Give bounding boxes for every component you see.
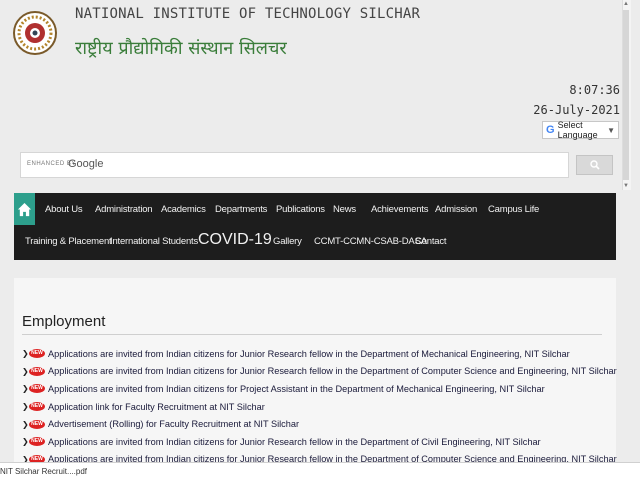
nav-admission[interactable]: Admission: [435, 204, 477, 215]
home-icon: [17, 202, 32, 216]
site-header: NATIONAL INSTITUTE OF TECHNOLOGY SILCHAR…: [0, 0, 622, 140]
new-badge-icon: NEW: [29, 384, 45, 394]
nav-ccmt-ccmn-csab-dasa[interactable]: CCMT-CCMN-CSAB-DASA: [314, 236, 427, 247]
nav-gallery[interactable]: Gallery: [273, 236, 302, 247]
nav-news[interactable]: News: [333, 204, 356, 215]
employment-link[interactable]: Applications are invited from Indian cit…: [48, 349, 570, 359]
chevron-down-icon: ▼: [607, 125, 615, 135]
scroll-up-arrow-icon[interactable]: ▲: [622, 0, 630, 8]
download-bar: NIT Silchar Recruit....pdf: [0, 462, 640, 481]
chevron-right-icon: ❯: [22, 437, 29, 447]
nav-publications[interactable]: Publications: [276, 204, 325, 215]
scrollbar-thumb[interactable]: [623, 10, 629, 180]
search-input[interactable]: ENHANCED BY Google: [20, 152, 569, 178]
current-date: 26-July-2021: [533, 103, 620, 117]
nav-achievements[interactable]: Achievements: [371, 204, 428, 215]
employment-link[interactable]: Applications are invited from Indian cit…: [48, 437, 541, 447]
nav-academics[interactable]: Academics: [161, 204, 206, 215]
chevron-right-icon: ❯: [22, 419, 29, 429]
main-navigation: About Us Administration Academics Depart…: [14, 193, 616, 260]
language-select-label: Select Language: [557, 120, 598, 140]
nav-international-students[interactable]: International Students: [110, 236, 198, 247]
nav-covid-19[interactable]: COVID-19: [198, 231, 272, 249]
download-item[interactable]: NIT Silchar Recruit....pdf: [0, 467, 87, 476]
list-item[interactable]: ❯ NEW Applications are invited from Indi…: [22, 363, 617, 381]
employment-link[interactable]: Applications are invited from Indian cit…: [48, 384, 545, 394]
institute-name-hindi: राष्ट्रीय प्रौद्योगिकी संस्थान सिलचर: [75, 38, 287, 59]
list-item[interactable]: ❯ NEW Applications are invited from Indi…: [22, 345, 617, 363]
clock-time: 8:07:36: [569, 83, 620, 97]
institute-name-english: NATIONAL INSTITUTE OF TECHNOLOGY SILCHAR: [75, 6, 421, 22]
section-divider: [22, 334, 602, 335]
employment-list: ❯ NEW Applications are invited from Indi…: [22, 345, 617, 468]
section-title-employment: Employment: [22, 313, 106, 330]
chevron-right-icon: ❯: [22, 366, 29, 376]
chevron-right-icon: ❯: [22, 384, 29, 394]
nav-administration[interactable]: Administration: [95, 204, 153, 215]
nav-campus-life[interactable]: Campus Life: [488, 204, 539, 215]
nav-contact[interactable]: Contact: [415, 236, 447, 247]
new-badge-icon: NEW: [29, 419, 45, 429]
new-badge-icon: NEW: [29, 402, 45, 412]
new-badge-icon: NEW: [29, 366, 45, 376]
employment-link[interactable]: Advertisement (Rolling) for Faculty Recr…: [48, 419, 299, 429]
chevron-right-icon: ❯: [22, 349, 29, 359]
institute-logo[interactable]: [12, 4, 58, 62]
list-item[interactable]: ❯ NEW Applications are invited from Indi…: [22, 380, 617, 398]
scroll-down-arrow-icon[interactable]: ▼: [622, 182, 630, 190]
list-item[interactable]: ❯ NEW Advertisement (Rolling) for Facult…: [22, 415, 617, 433]
nav-about-us[interactable]: About Us: [45, 204, 83, 215]
google-label: Google: [68, 158, 104, 170]
nav-training-placement[interactable]: Training & Placement: [25, 236, 112, 247]
employment-link[interactable]: Application link for Faculty Recruitment…: [48, 402, 265, 412]
google-g-icon: G: [546, 124, 555, 136]
list-item[interactable]: ❯ NEW Application link for Faculty Recru…: [22, 398, 617, 416]
search-icon: [589, 160, 600, 170]
employment-link[interactable]: Applications are invited from Indian cit…: [48, 366, 617, 376]
chevron-right-icon: ❯: [22, 402, 29, 412]
new-badge-icon: NEW: [29, 349, 45, 359]
new-badge-icon: NEW: [29, 437, 45, 447]
list-item[interactable]: ❯ NEW Applications are invited from Indi…: [22, 433, 617, 451]
nav-departments[interactable]: Departments: [215, 204, 267, 215]
language-select[interactable]: G Select Language ▼: [542, 120, 619, 140]
search-button[interactable]: [576, 155, 613, 175]
home-button[interactable]: [14, 193, 35, 225]
